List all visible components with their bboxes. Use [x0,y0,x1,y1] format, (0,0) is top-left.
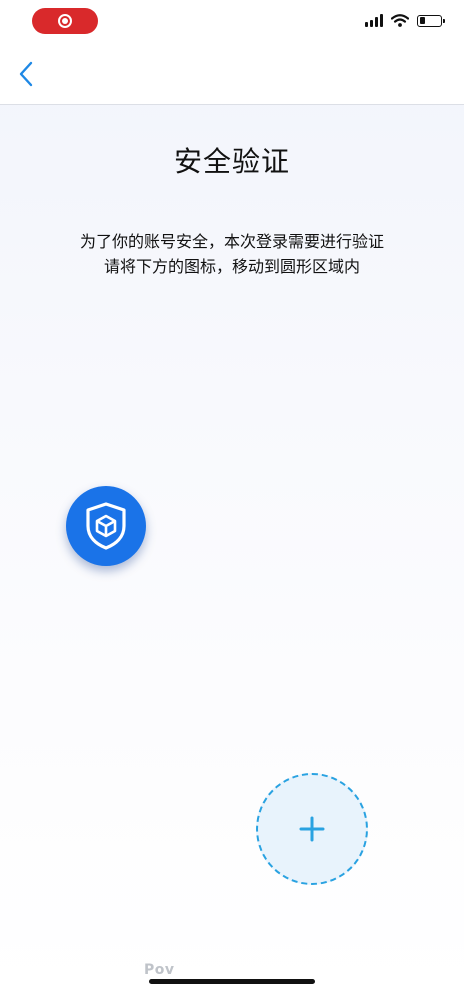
drop-target-circle[interactable] [256,773,368,885]
shield-cube-icon [86,502,126,550]
instruction-line-1: 为了你的账号安全，本次登录需要进行验证 [79,232,384,251]
cellular-signal-icon [365,14,383,27]
powered-by-footer: Pov [144,962,175,978]
battery-level [419,17,425,24]
record-icon [58,14,72,28]
back-button[interactable] [10,58,42,90]
navigation-bar [0,44,464,105]
battery-icon [417,14,445,27]
screen-recording-indicator[interactable] [32,8,98,34]
wifi-icon [391,14,409,27]
instruction-line-2: 请将下方的图标，移动到圆形区域内 [103,257,360,276]
chevron-left-icon [19,61,33,87]
home-indicator[interactable] [149,979,315,984]
plus-icon [299,816,325,842]
draggable-captcha-icon[interactable] [66,486,146,566]
status-bar [0,0,464,44]
verification-instructions: 为了你的账号安全，本次登录需要进行验证 请将下方的图标，移动到圆形区域内 [0,229,464,279]
status-icons [365,14,445,27]
page-title: 安全验证 [173,145,290,178]
